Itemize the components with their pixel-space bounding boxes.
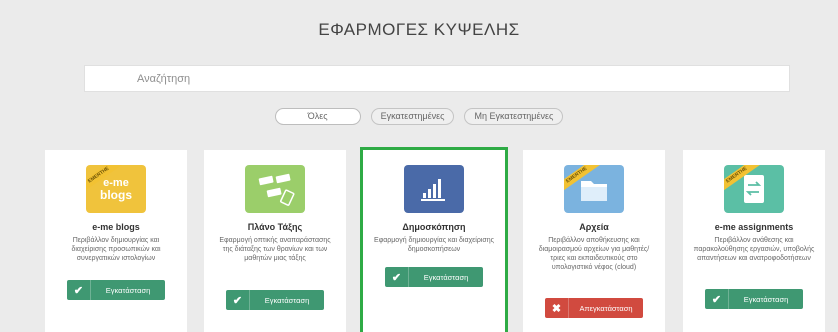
install-button[interactable]: ✔ Εγκατάσταση	[67, 280, 165, 300]
app-name: Πλάνο Τάξης	[247, 222, 303, 232]
app-card-eme-blogs[interactable]: EMERTHE e-me blogs e-me blogs Περιβάλλον…	[45, 150, 187, 332]
app-card-classroom-plan[interactable]: Πλάνο Τάξης Εφαρμογή οπτικής αναπαράστασ…	[204, 150, 346, 332]
logo-text: blogs	[100, 188, 132, 202]
check-icon: ✔	[226, 290, 250, 310]
app-description: Εφαρμογή δημιουργίας και διαχείρισης δημ…	[374, 237, 494, 253]
app-description: Περιβάλλον ανάθεσης και παρακολούθησης ε…	[693, 237, 815, 262]
check-icon: ✔	[705, 289, 729, 309]
poll-chart-icon	[404, 165, 464, 213]
search-input[interactable]	[85, 66, 789, 91]
filter-all[interactable]: Όλες	[274, 108, 361, 125]
check-icon: ✔	[385, 267, 409, 287]
classroom-plan-icon	[245, 165, 305, 213]
app-name: Δημοσκόπηση	[402, 222, 466, 232]
install-button[interactable]: ✔ Εγκατάσταση	[705, 289, 803, 309]
app-description: Περιβάλλον αποθήκευσης και διαμοιρασμού …	[538, 237, 650, 271]
search-bar[interactable]	[84, 65, 790, 92]
folder-icon: EMERTHE	[564, 165, 624, 213]
app-card-eme-assignments[interactable]: EMERTHE e-me assignments Περιβάλλον ανάθ…	[683, 150, 825, 332]
app-card-files[interactable]: EMERTHE Αρχεία Περιβάλλον αποθήκευσης κα…	[523, 150, 665, 332]
app-name: e-me blogs	[92, 222, 140, 232]
page-title: ΕΦΑΡΜΟΓΕΣ ΚΥΨΕΛΗΣ	[318, 20, 520, 39]
filter-installed[interactable]: Εγκατεστημένες	[370, 108, 455, 125]
close-icon: ✖	[545, 298, 569, 318]
app-card-poll[interactable]: Δημοσκόπηση Εφαρμογή δημιουργίας και δια…	[360, 147, 508, 332]
assignments-icon: EMERTHE	[724, 165, 784, 213]
blogs-icon: EMERTHE e-me blogs	[86, 165, 146, 213]
app-name: Αρχεία	[579, 222, 609, 232]
app-description: Περιβάλλον δημιουργίας και διαχείρισης π…	[71, 237, 161, 262]
uninstall-button[interactable]: ✖ Απεγκατάσταση	[545, 298, 643, 318]
app-description: Εφαρμογή οπτικής αναπαράστασης της διάτα…	[219, 237, 331, 262]
filter-bar: Όλες Εγκατεστημένες Μη Εγκατεστημένες	[0, 108, 838, 125]
filter-not-installed[interactable]: Μη Εγκατεστημένες	[464, 108, 564, 125]
install-button[interactable]: ✔ Εγκατάσταση	[385, 267, 483, 287]
app-name: e-me assignments	[714, 222, 794, 232]
install-button[interactable]: ✔ Εγκατάσταση	[226, 290, 324, 310]
check-icon: ✔	[67, 280, 91, 300]
